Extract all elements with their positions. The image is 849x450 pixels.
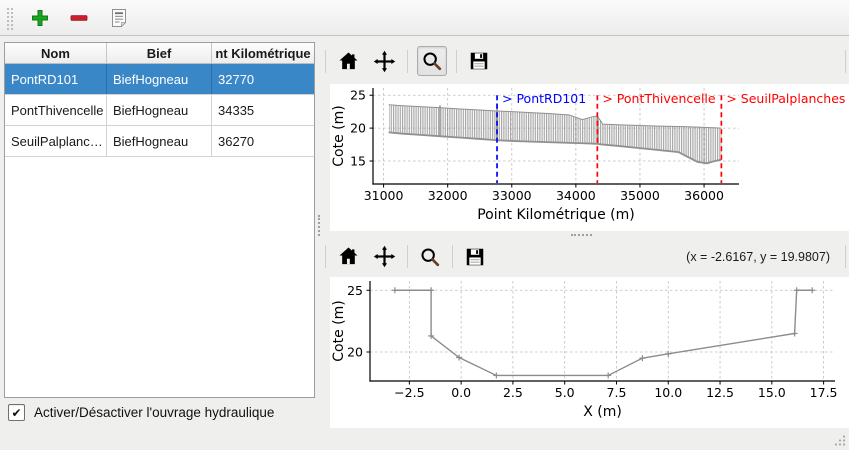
- cell-bief: BiefHogneau: [107, 95, 212, 125]
- table-row[interactable]: PontRD101 BiefHogneau 32770: [5, 64, 314, 95]
- svg-text:10.0: 10.0: [654, 385, 682, 400]
- svg-text:34000: 34000: [556, 188, 596, 203]
- separator: [407, 49, 408, 73]
- svg-text:> PontRD101: > PontRD101: [502, 91, 586, 106]
- svg-text:> SeuilPalplanches: > SeuilPalplanches: [726, 91, 845, 106]
- zoom-button[interactable]: [417, 46, 447, 76]
- separator: [325, 245, 326, 268]
- svg-text:20: 20: [347, 344, 363, 359]
- pan-button[interactable]: [371, 243, 398, 270]
- ouvrages-table: Nom Bief nt Kilométrique PontRD101 BiefH…: [4, 42, 315, 398]
- cell-pk: 34335: [218, 102, 255, 118]
- profile-plot-toolbar: [325, 40, 849, 82]
- activate-checkbox[interactable]: ✔: [8, 404, 25, 421]
- cell-nom: PontRD101: [5, 64, 107, 94]
- horizontal-splitter-handle[interactable]: [571, 234, 592, 236]
- svg-text:36000: 36000: [684, 188, 724, 203]
- zoom-button[interactable]: [417, 244, 443, 270]
- window-resize-grip[interactable]: [833, 434, 846, 447]
- svg-text:31000: 31000: [364, 188, 404, 203]
- minus-icon: [70, 14, 88, 21]
- activate-checkbox-label: Activer/Désactiver l'ouvrage hydraulique: [34, 405, 275, 420]
- table-header: Nom Bief nt Kilométrique: [5, 43, 314, 64]
- vertical-splitter-handle[interactable]: [318, 215, 320, 236]
- save-icon: [466, 248, 484, 265]
- separator: [407, 245, 408, 268]
- separator: [452, 245, 453, 268]
- svg-text:25: 25: [350, 88, 366, 103]
- svg-text:Point Kilométrique (m): Point Kilométrique (m): [477, 207, 635, 223]
- svg-text:15.0: 15.0: [758, 385, 786, 400]
- svg-text:> PontThivencelle: > PontThivencelle: [602, 91, 716, 106]
- magnifier-icon: [423, 52, 442, 71]
- cross-section-chart: −2.5 0.0 2.5 5.0 7.5 10.0 12.5 15.0 17.5 20 25 X (m…: [331, 281, 838, 420]
- home-icon: [339, 51, 358, 69]
- svg-text:20: 20: [350, 121, 366, 136]
- save-button[interactable]: [466, 48, 492, 74]
- add-button[interactable]: [28, 6, 52, 30]
- svg-text:2.5: 2.5: [503, 385, 523, 400]
- remove-button[interactable]: [67, 6, 91, 30]
- svg-text:X (m): X (m): [583, 404, 622, 420]
- home-icon: [339, 247, 358, 265]
- svg-text:15: 15: [350, 153, 366, 168]
- svg-text:Cote (m): Cote (m): [331, 300, 347, 361]
- cell-nom: PontThivencelle: [5, 95, 107, 125]
- cell-bief: BiefHogneau: [107, 126, 212, 156]
- separator: [845, 245, 846, 268]
- svg-text:Cote (m): Cote (m): [331, 105, 347, 166]
- separator: [325, 49, 326, 73]
- svg-text:35000: 35000: [620, 188, 660, 203]
- pan-icon: [373, 50, 396, 72]
- edit-button[interactable]: [106, 5, 132, 31]
- magnifier-icon: [421, 247, 440, 266]
- cross-section-toolbar: (x = -2.6167, y = 19.9807): [325, 238, 849, 275]
- home-button[interactable]: [335, 48, 362, 75]
- table-row[interactable]: SeuilPalplanc… BiefHogneau 36270: [5, 126, 314, 157]
- cursor-coordinates-readout: (x = -2.6167, y = 19.9807): [686, 249, 830, 264]
- separator: [456, 49, 457, 73]
- pan-icon: [373, 245, 396, 268]
- svg-text:12.5: 12.5: [706, 385, 734, 400]
- check-icon: ✔: [11, 405, 22, 420]
- svg-text:25: 25: [347, 283, 363, 298]
- main-toolbar: [0, 0, 849, 36]
- table-row[interactable]: PontThivencelle BiefHogneau 34335: [5, 95, 314, 126]
- svg-text:32000: 32000: [428, 188, 468, 203]
- save-icon: [470, 52, 488, 70]
- svg-text:5.0: 5.0: [555, 385, 575, 400]
- document-icon: [112, 8, 127, 27]
- activate-structure-row: ✔ Activer/Désactiver l'ouvrage hydrauliq…: [8, 404, 274, 421]
- profile-chart: > PontRD101 > PontThivencelle > SeuilPalpl…: [331, 88, 845, 223]
- svg-text:0.0: 0.0: [451, 385, 471, 400]
- column-header-pk[interactable]: nt Kilométrique: [212, 43, 314, 63]
- app-window: Nom Bief nt Kilométrique PontRD101 BiefH…: [0, 0, 849, 450]
- svg-text:33000: 33000: [492, 188, 532, 203]
- profile-plot-canvas[interactable]: > PontRD101 > PontThivencelle > SeuilPalpl…: [330, 84, 849, 231]
- cell-pk: 36270: [218, 133, 255, 149]
- pan-button[interactable]: [371, 48, 398, 75]
- cell-nom: SeuilPalplanc…: [5, 126, 107, 156]
- toolbar-drag-handle[interactable]: [5, 5, 13, 30]
- separator: [845, 49, 846, 73]
- column-header-bief[interactable]: Bief: [107, 43, 212, 63]
- home-button[interactable]: [335, 243, 362, 270]
- svg-text:−2.5: −2.5: [394, 385, 424, 400]
- svg-text:17.5: 17.5: [810, 385, 838, 400]
- table-body: PontRD101 BiefHogneau 32770 PontThivence…: [5, 64, 314, 157]
- plus-icon: [32, 9, 48, 26]
- svg-text:7.5: 7.5: [607, 385, 627, 400]
- column-header-nom[interactable]: Nom: [5, 43, 107, 63]
- cross-section-plot-canvas[interactable]: −2.5 0.0 2.5 5.0 7.5 10.0 12.5 15.0 17.5 20 25 X (m…: [330, 277, 849, 428]
- cell-pk: 32770: [218, 71, 255, 87]
- save-button[interactable]: [462, 244, 488, 270]
- cell-bief: BiefHogneau: [107, 64, 212, 94]
